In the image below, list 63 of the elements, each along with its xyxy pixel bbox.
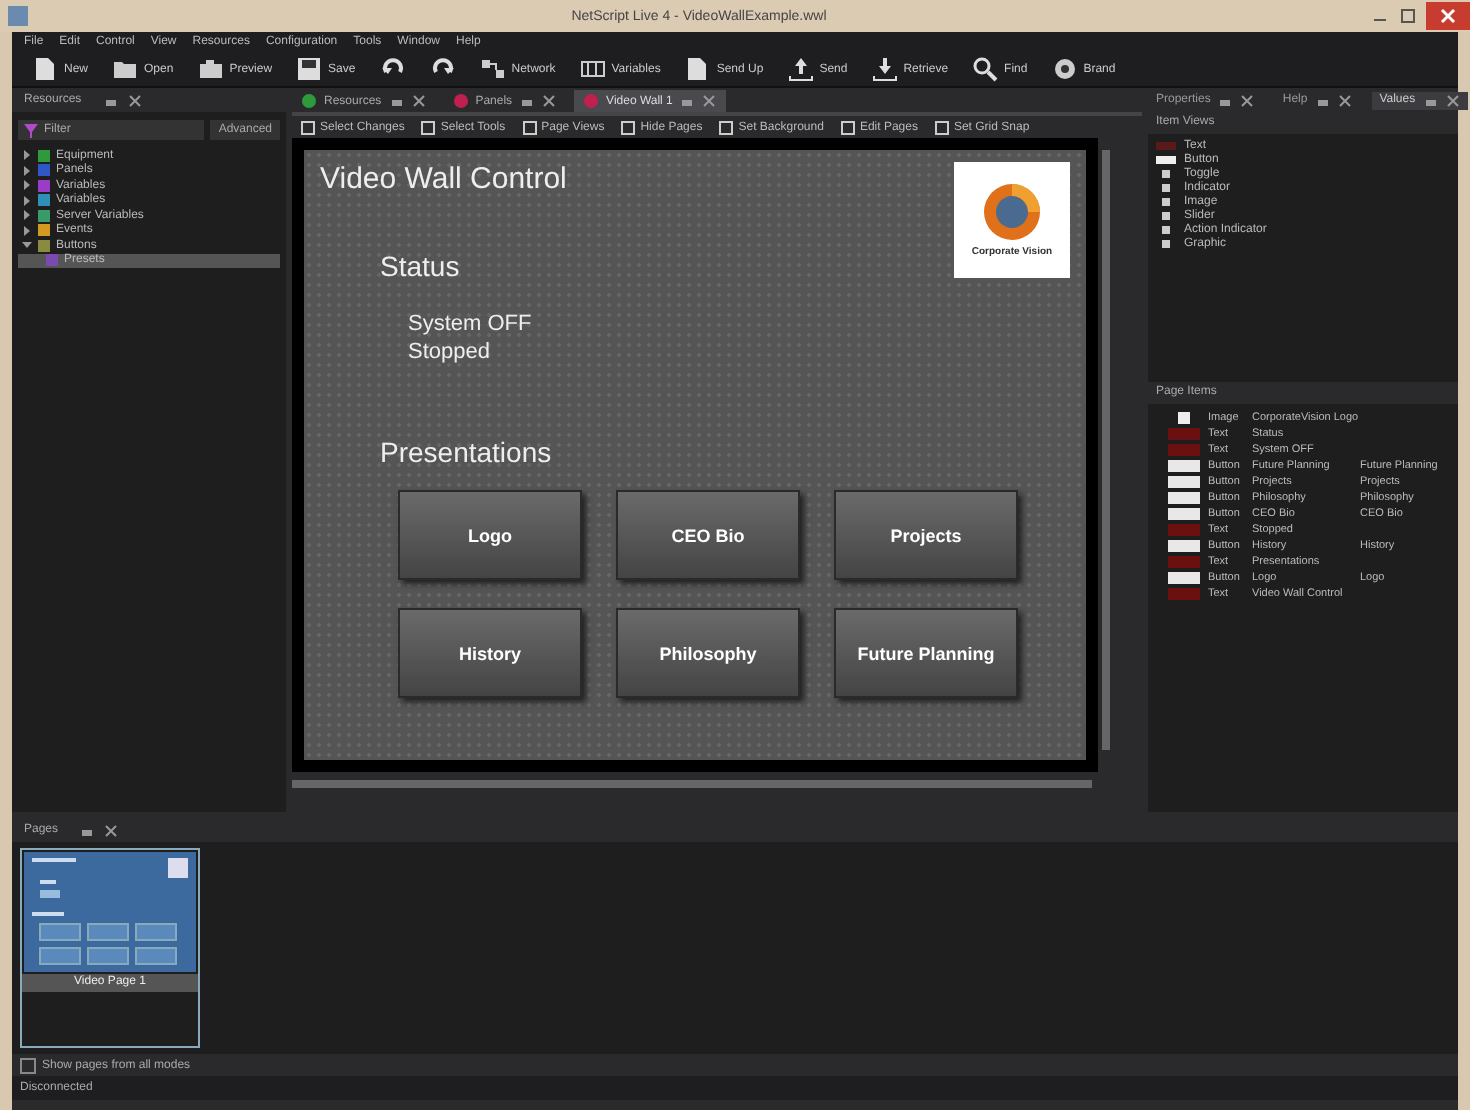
presentation-button[interactable]: CEO Bio bbox=[616, 490, 800, 580]
app-icon bbox=[8, 6, 28, 26]
tool-icon bbox=[718, 119, 735, 135]
presentations-heading: Presentations bbox=[380, 436, 552, 468]
pin-icon[interactable] bbox=[389, 94, 404, 108]
checkbox[interactable] bbox=[20, 1057, 36, 1073]
camera-icon bbox=[197, 56, 224, 82]
close-icon bbox=[1438, 6, 1458, 26]
close-icon[interactable] bbox=[1240, 93, 1255, 107]
presentation-button[interactable]: Logo bbox=[398, 490, 582, 580]
close-icon[interactable] bbox=[104, 823, 119, 837]
text-icon bbox=[1156, 139, 1176, 151]
button-swatch-icon bbox=[1168, 572, 1200, 584]
tool-icon bbox=[521, 119, 538, 135]
button-swatch-icon bbox=[1168, 508, 1200, 520]
button-icon bbox=[1156, 153, 1176, 165]
close-icon[interactable] bbox=[411, 94, 426, 108]
button-swatch-icon bbox=[1168, 476, 1200, 488]
upload-icon bbox=[787, 56, 814, 82]
document-icon bbox=[684, 56, 711, 82]
text-swatch-icon bbox=[1168, 428, 1200, 440]
presentation-button[interactable]: Philosophy bbox=[616, 608, 800, 698]
grid-icon bbox=[579, 56, 606, 82]
folder-icon bbox=[112, 56, 139, 82]
download-icon bbox=[871, 56, 898, 82]
presentation-button[interactable]: Projects bbox=[834, 490, 1018, 580]
gear-icon bbox=[1051, 56, 1078, 82]
text-swatch-icon bbox=[1168, 588, 1200, 600]
page-title: Video Wall Control bbox=[320, 162, 567, 196]
tool-icon bbox=[839, 119, 856, 135]
filter-icon bbox=[24, 123, 38, 137]
tool-icon bbox=[933, 119, 950, 135]
collapse-icon bbox=[22, 240, 32, 251]
search-icon bbox=[972, 56, 999, 82]
scrollbar[interactable] bbox=[1102, 150, 1110, 750]
close-icon[interactable] bbox=[127, 93, 142, 107]
scrollbar[interactable] bbox=[292, 779, 1092, 787]
close-icon[interactable] bbox=[702, 94, 717, 108]
document-icon bbox=[32, 56, 58, 82]
tool-icon bbox=[620, 119, 637, 135]
maximize-icon[interactable] bbox=[1398, 6, 1418, 26]
presentation-button[interactable]: History bbox=[398, 608, 582, 698]
tool-icon bbox=[420, 119, 437, 135]
pin-icon[interactable] bbox=[680, 94, 695, 108]
button-swatch-icon bbox=[1168, 492, 1200, 504]
pin-icon[interactable] bbox=[520, 94, 535, 108]
status-heading: Status bbox=[380, 250, 460, 282]
logo-icon bbox=[982, 182, 1042, 242]
status-text: System OFF bbox=[408, 310, 534, 338]
tool-icon bbox=[300, 119, 316, 135]
close-button[interactable] bbox=[1426, 2, 1470, 30]
button-swatch-icon bbox=[1168, 540, 1200, 552]
text-swatch-icon bbox=[1168, 524, 1200, 536]
button-swatch-icon bbox=[1168, 460, 1200, 472]
close-icon[interactable] bbox=[542, 94, 557, 108]
status-text: Stopped bbox=[408, 338, 492, 366]
save-icon bbox=[296, 56, 323, 82]
text-swatch-icon bbox=[1168, 556, 1200, 568]
close-icon[interactable] bbox=[1337, 93, 1352, 107]
presentation-button[interactable]: Future Planning bbox=[834, 608, 1018, 698]
network-icon bbox=[479, 56, 506, 82]
close-icon[interactable] bbox=[1445, 93, 1460, 107]
text-swatch-icon bbox=[1168, 444, 1200, 456]
